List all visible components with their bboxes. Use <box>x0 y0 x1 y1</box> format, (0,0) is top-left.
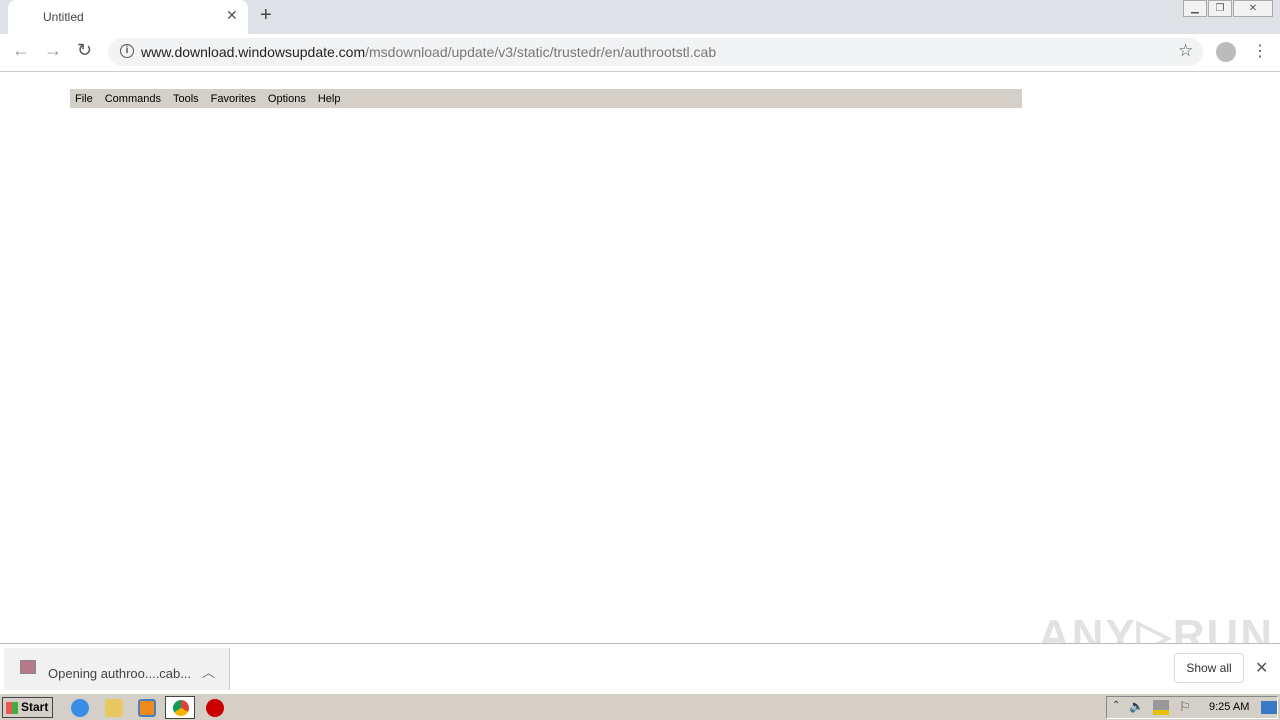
clock[interactable]: 9:25 AM <box>1209 701 1249 713</box>
reload-icon[interactable]: ↻ <box>77 40 92 61</box>
download-bar: Opening authroo....cab... ︿ Show all ✕ <box>0 643 1280 693</box>
show-hidden-icons[interactable]: ⌃ <box>1112 700 1120 711</box>
start-label: Start <box>21 700 49 714</box>
forward-icon[interactable]: → <box>44 40 62 61</box>
chrome-icon <box>173 700 189 716</box>
show-all-button[interactable]: Show all <box>1174 653 1244 683</box>
menu-help[interactable]: Help <box>318 93 341 105</box>
network-warning-icon[interactable] <box>1153 700 1169 715</box>
info-icon[interactable]: i <box>120 44 134 58</box>
tab[interactable]: Untitled ✕ <box>8 0 248 34</box>
app-menu-bar: File Commands Tools Favorites Options He… <box>70 89 1022 108</box>
bookmark-star-icon[interactable]: ☆ <box>1178 41 1193 61</box>
profile-avatar-icon[interactable] <box>1216 42 1236 62</box>
media-player-icon[interactable] <box>138 699 156 717</box>
start-button[interactable]: Start <box>2 697 53 718</box>
url-host: www.download.windowsupdate.com <box>141 44 366 60</box>
archive-file-icon <box>20 660 36 674</box>
browser-toolbar: ← → ↻ i www.download.windowsupdate.com/m… <box>0 34 1280 72</box>
close-window-button[interactable]: ✕ <box>1233 0 1273 17</box>
taskbar: Start ⌃ 🔈 ⚐ 9:25 AM <box>0 693 1280 720</box>
close-tab-icon[interactable]: ✕ <box>226 7 238 24</box>
tab-bar: Untitled ✕ + ▁ ❐ ✕ <box>0 0 1280 34</box>
ie-icon[interactable] <box>71 699 89 717</box>
chrome-taskbar-button[interactable] <box>165 696 195 719</box>
show-desktop-icon[interactable] <box>1261 701 1277 714</box>
download-item[interactable]: Opening authroo....cab... ︿ <box>4 648 230 690</box>
menu-dots-icon[interactable]: ⋮ <box>1252 41 1268 61</box>
menu-commands[interactable]: Commands <box>105 93 161 105</box>
opera-icon[interactable] <box>206 699 224 717</box>
tab-title: Untitled <box>43 10 84 24</box>
menu-options[interactable]: Options <box>268 93 306 105</box>
explorer-folder-icon[interactable] <box>105 699 123 717</box>
windows-logo-icon <box>6 702 18 714</box>
system-tray: ⌃ 🔈 ⚐ 9:25 AM <box>1106 696 1278 719</box>
new-tab-button[interactable]: + <box>260 4 272 27</box>
menu-file[interactable]: File <box>75 93 93 105</box>
minimize-button[interactable]: ▁ <box>1183 0 1207 17</box>
action-center-flag-icon[interactable]: ⚐ <box>1179 699 1191 715</box>
chevron-up-icon[interactable]: ︿ <box>202 662 215 681</box>
url-text: www.download.windowsupdate.com/msdownloa… <box>141 44 716 60</box>
close-download-bar-icon[interactable]: ✕ <box>1255 658 1268 678</box>
address-bar[interactable]: i www.download.windowsupdate.com/msdownl… <box>108 38 1203 66</box>
download-item-text: Opening authroo....cab... <box>48 666 192 681</box>
back-icon[interactable]: ← <box>12 40 30 61</box>
menu-favorites[interactable]: Favorites <box>211 93 256 105</box>
url-path: /msdownload/update/v3/static/trustedr/en… <box>365 44 717 60</box>
volume-icon[interactable]: 🔈 <box>1129 699 1144 713</box>
restore-button[interactable]: ❐ <box>1208 0 1232 17</box>
menu-tools[interactable]: Tools <box>173 93 199 105</box>
